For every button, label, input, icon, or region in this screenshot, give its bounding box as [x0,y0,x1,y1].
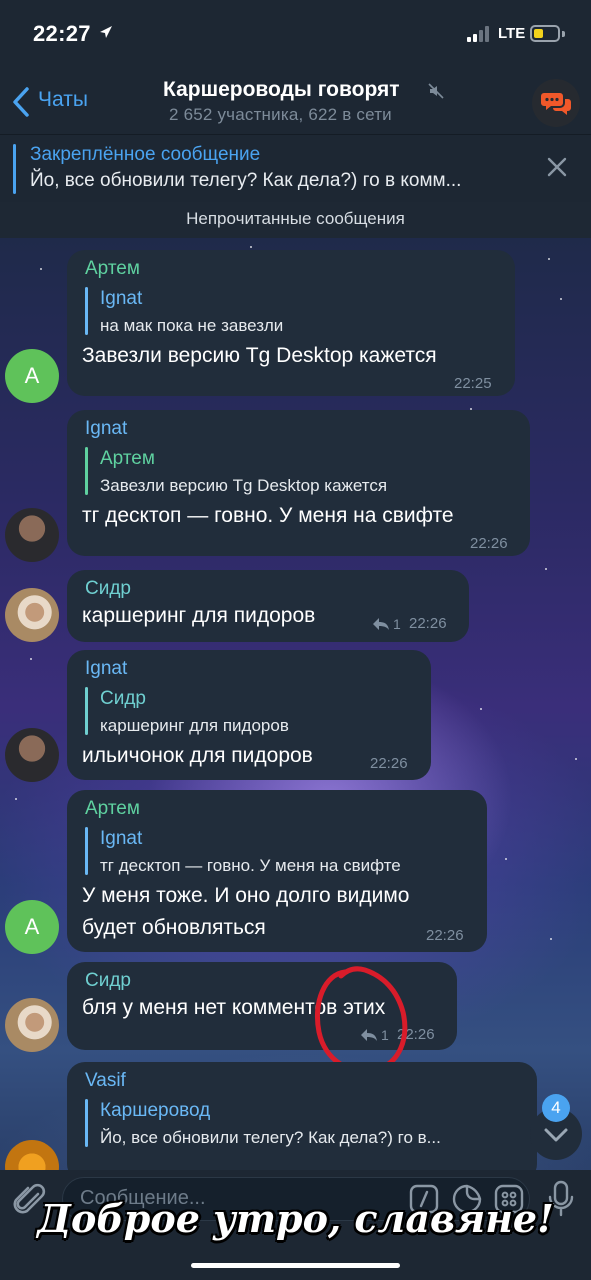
message-time: 22:26 [370,755,408,772]
message-sender[interactable]: Артем [85,798,140,820]
reply-text[interactable]: Завезли версию Tg Desktop кажется [100,476,387,496]
back-chevron-icon[interactable] [10,86,32,118]
status-time: 22:27 [33,21,91,46]
message-sender[interactable]: Сидр [85,578,131,600]
group-avatar[interactable] [532,79,580,127]
message-text: Завезли версию Tg Desktop кажется [82,344,437,367]
close-pinned-icon[interactable] [545,155,569,179]
unread-label: Непрочитанные сообщения [186,209,405,228]
signal-bars-icon [467,26,489,42]
chat-bubbles-icon [541,93,571,115]
reply-text[interactable]: на мак пока не завезли [100,316,283,336]
unread-divider: Непрочитанные сообщения [0,202,591,238]
network-type: LTE [498,25,526,42]
location-arrow-icon [100,26,112,38]
pinned-title: Закреплённое сообщение [30,144,261,165]
reply-arrow-icon [373,618,389,630]
message-text-line-2: будет обновляться [82,916,266,939]
message-time: 22:26 [426,927,464,944]
reply-count[interactable]: 1 [393,616,401,632]
message-sender[interactable]: Vasif [85,1070,126,1092]
avatar[interactable]: А [5,349,59,403]
message-text: тг десктоп — говно. У меня на свифте [82,504,454,527]
pinned-text: Йо, все обновили телегу? Как дела?) го в… [30,170,462,191]
reply-text[interactable]: каршеринг для пидоров [100,716,289,736]
reply-sender[interactable]: Артем [100,448,155,470]
meme-caption: Доброе утро, славяне! [37,1196,554,1241]
unread-count-badge: 4 [542,1094,570,1122]
pinned-accent-bar [13,144,16,194]
avatar-letter: А [24,363,40,388]
avatar-letter: А [24,914,40,939]
muted-speaker-icon [428,83,444,99]
message-time: 22:26 [470,535,508,552]
message-bubble[interactable] [67,1062,537,1182]
message-sender[interactable]: Артем [85,258,140,280]
reply-accent-bar [85,447,88,495]
reply-accent-bar [85,287,88,335]
status-bar: 22:27 LTE [0,0,591,70]
message-text: каршеринг для пидоров [82,604,316,627]
chat-members-count: 2 652 участника, 622 в сети [169,105,392,124]
reply-text[interactable]: тг десктоп — говно. У меня на свифте [100,856,401,876]
avatar[interactable] [5,588,59,642]
chat-header: Чаты Каршероводы говорят 2 652 участника… [0,70,591,134]
reply-accent-bar [85,1099,88,1147]
reply-sender[interactable]: Ignat [100,828,142,850]
reply-sender[interactable]: Ignat [100,288,142,310]
back-button[interactable]: Чаты [38,88,88,112]
reply-sender[interactable]: Сидр [100,688,146,710]
message-text: ильичонок для пидоров [82,744,313,767]
battery-icon [530,25,560,42]
message-time: 22:26 [409,615,447,632]
home-indicator [191,1263,400,1268]
message-time: 22:25 [454,375,492,392]
avatar[interactable] [5,508,59,562]
avatar[interactable] [5,728,59,782]
avatar[interactable] [5,998,59,1052]
avatar[interactable]: А [5,900,59,954]
message-text-line-1: У меня тоже. И оно долго видимо [82,884,410,907]
reply-accent-bar [85,827,88,875]
chat-title[interactable]: Каршероводы говорят [163,78,400,102]
reply-sender[interactable]: Каршеровод [100,1100,210,1122]
battery-cap [562,31,565,37]
message-sender[interactable]: Сидр [85,970,131,992]
reply-accent-bar [85,687,88,735]
message-sender[interactable]: Ignat [85,658,127,680]
pinned-message-bar[interactable]: Закреплённое сообщение Йо, все обновили … [0,134,591,203]
reply-text[interactable]: Йо, все обновили телегу? Как дела?) го в… [100,1128,441,1148]
message-sender[interactable]: Ignat [85,418,127,440]
